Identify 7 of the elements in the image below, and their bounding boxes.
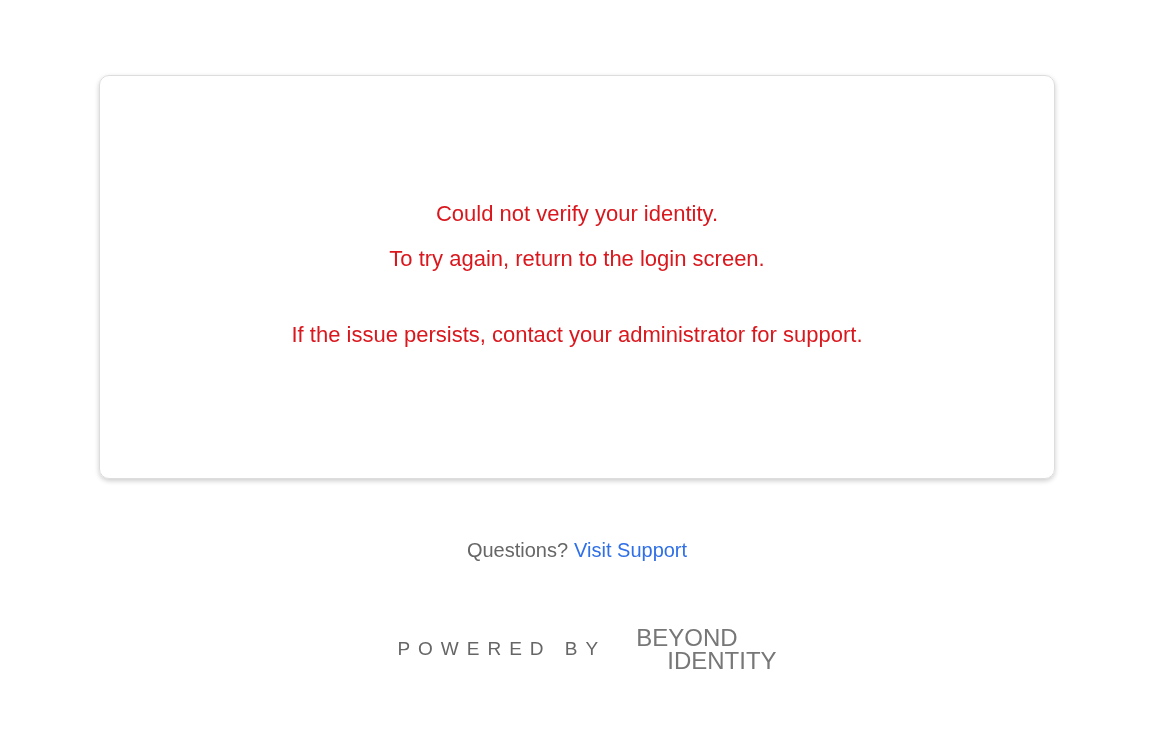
error-message: To try again, return to the login screen. [389, 244, 765, 273]
support-link[interactable]: Visit Support [574, 539, 688, 562]
error-message: Could not verify your identity. [435, 199, 719, 228]
error-message: If the issue persists, contact your administrator for support. [291, 320, 863, 349]
company-logo: BEYOND IDENTITY [636, 626, 777, 672]
powered-by-label: POWERED BY [397, 638, 607, 660]
support-prompt: Questions? [466, 539, 569, 562]
